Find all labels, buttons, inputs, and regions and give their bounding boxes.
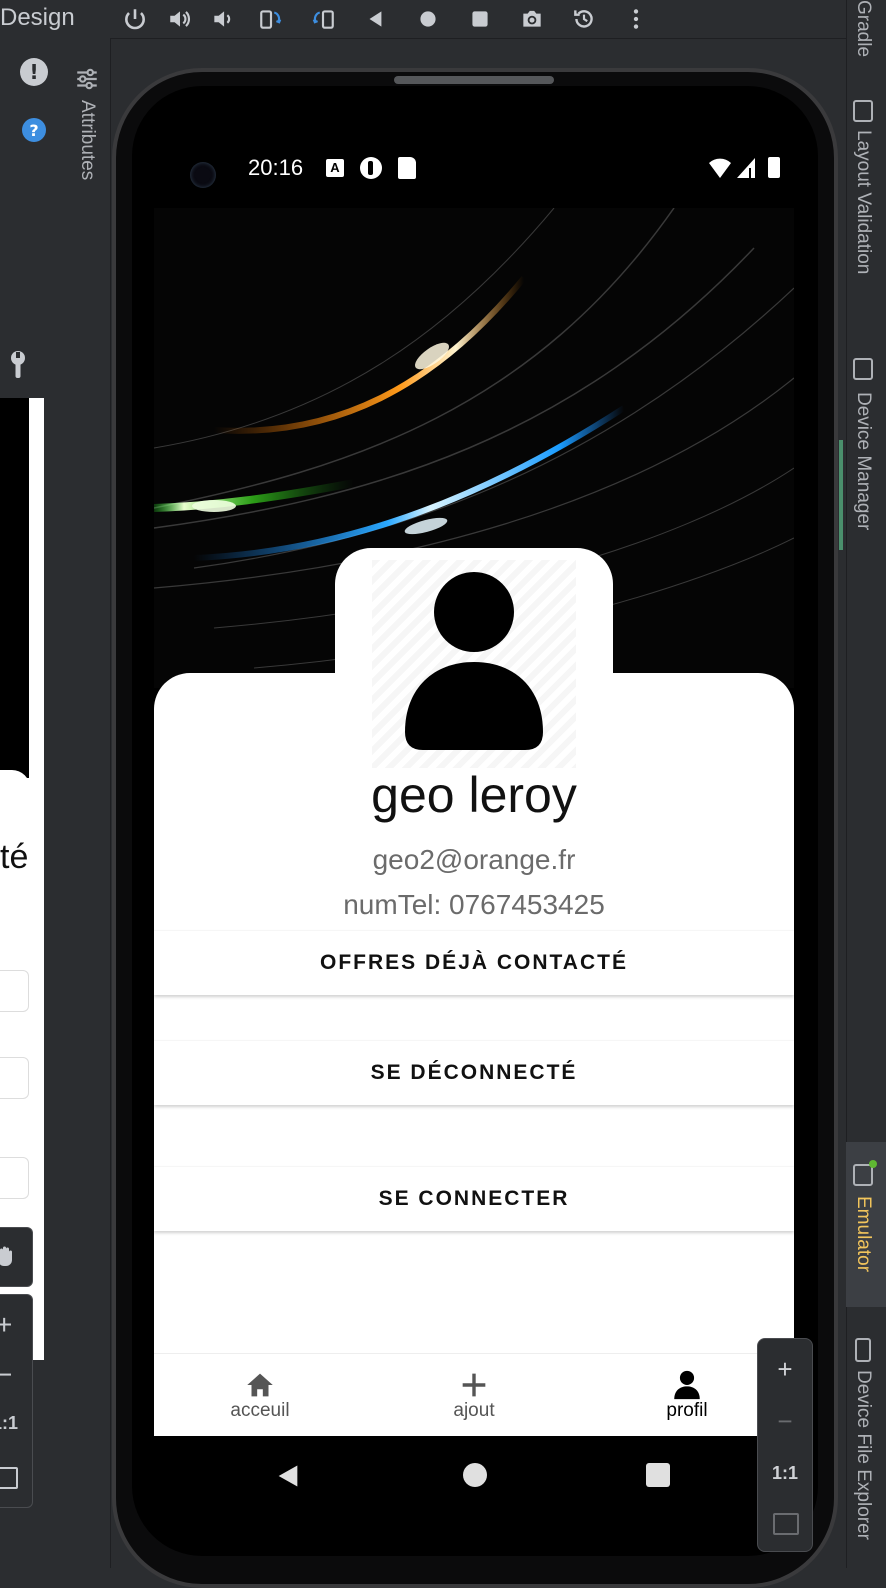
nav-label: acceuil bbox=[230, 1400, 290, 1421]
zoom-reset-icon[interactable]: 1:1 bbox=[0, 1413, 18, 1434]
zoom-in-icon[interactable]: + bbox=[758, 1343, 812, 1395]
more-icon[interactable] bbox=[621, 4, 651, 34]
avatar bbox=[372, 560, 576, 768]
snapshot-icon[interactable] bbox=[569, 4, 599, 34]
fit-screen-icon[interactable] bbox=[773, 1513, 799, 1535]
logout-button[interactable]: SE DÉCONNECTÉ bbox=[154, 1041, 794, 1105]
fit-screen-icon[interactable] bbox=[0, 1467, 18, 1489]
wrench-icon[interactable] bbox=[8, 350, 28, 380]
emulator-icon bbox=[853, 1160, 877, 1186]
contacted-offers-button[interactable]: OFFRES DÉJÀ CONTACTÉ bbox=[154, 931, 794, 995]
person-icon bbox=[405, 572, 543, 750]
profile-email: geo2@orange.fr bbox=[372, 844, 576, 875]
preview-field bbox=[0, 1157, 29, 1199]
home-icon[interactable] bbox=[413, 4, 443, 34]
tool-window-layout-validation[interactable]: Layout Validation bbox=[852, 130, 874, 274]
help-icon[interactable]: ? bbox=[22, 118, 46, 142]
overview-icon[interactable] bbox=[465, 4, 495, 34]
nav-label: ajout bbox=[453, 1400, 495, 1421]
tool-window-gradle[interactable]: Gradle bbox=[852, 0, 874, 57]
signal-icon bbox=[737, 158, 755, 178]
sd-card-icon bbox=[398, 157, 416, 179]
zoom-in-icon[interactable]: + bbox=[0, 1309, 12, 1341]
person-icon bbox=[674, 1370, 700, 1400]
emulator-zoom-controls: + − 1:1 bbox=[757, 1338, 813, 1552]
wifi-icon bbox=[709, 158, 731, 178]
status-time: 20:16 bbox=[248, 155, 304, 180]
speaker-grill bbox=[394, 76, 554, 84]
login-button[interactable]: SE CONNECTER bbox=[154, 1167, 794, 1231]
device-file-explorer-icon bbox=[855, 1338, 871, 1362]
attributes-tab[interactable]: Attributes bbox=[76, 100, 98, 180]
home-icon bbox=[247, 1373, 273, 1397]
notification-icon: A bbox=[326, 159, 344, 177]
power-icon[interactable] bbox=[120, 4, 150, 34]
layout-preview: té bbox=[0, 398, 44, 1360]
volume-down-icon[interactable] bbox=[208, 4, 238, 34]
warning-icon[interactable]: ! bbox=[20, 58, 48, 86]
preview-text: té bbox=[0, 838, 29, 876]
profile-name: geo leroy bbox=[371, 767, 577, 823]
tool-window-device-file-explorer[interactable]: Device File Explorer bbox=[852, 1370, 874, 1540]
zoom-out-icon[interactable]: − bbox=[758, 1395, 812, 1447]
camera-icon[interactable] bbox=[517, 4, 547, 34]
nav-label: profil bbox=[666, 1400, 708, 1421]
attributes-icon[interactable] bbox=[74, 66, 100, 92]
profile-phone: numTel: 0767453425 bbox=[343, 889, 605, 920]
tool-window-device-manager[interactable]: Device Manager bbox=[852, 392, 874, 530]
emulator-toolbar: Design bbox=[0, 0, 846, 39]
left-zoom-controls: + − 1:1 bbox=[0, 1294, 33, 1508]
device-manager-icon bbox=[853, 358, 873, 380]
zoom-out-icon[interactable]: − bbox=[0, 1359, 12, 1391]
volume-up-icon[interactable] bbox=[165, 4, 195, 34]
pan-tool[interactable] bbox=[0, 1227, 33, 1287]
tool-window-emulator[interactable]: Emulator bbox=[852, 1196, 874, 1272]
attributes-strip bbox=[66, 38, 111, 1568]
layout-validation-icon bbox=[853, 100, 873, 122]
preview-field bbox=[0, 1057, 29, 1099]
preview-image bbox=[0, 398, 29, 778]
nav-item-profil[interactable]: profil bbox=[607, 1354, 767, 1437]
back-icon[interactable] bbox=[361, 4, 391, 34]
design-tab[interactable]: Design bbox=[0, 4, 75, 32]
bottom-navigation: acceuil ajout profil bbox=[154, 1353, 794, 1437]
preview-field bbox=[0, 970, 29, 1012]
zoom-reset-icon[interactable]: 1:1 bbox=[758, 1447, 812, 1499]
plus-icon bbox=[462, 1373, 486, 1397]
nav-item-ajout[interactable]: ajout bbox=[394, 1354, 554, 1437]
system-overview-icon[interactable] bbox=[646, 1463, 670, 1487]
system-navigation-bar bbox=[154, 1436, 794, 1516]
app-notification-icon bbox=[360, 157, 382, 179]
status-bar: 20:16 A bbox=[154, 145, 794, 195]
battery-icon bbox=[768, 157, 780, 178]
system-home-icon[interactable] bbox=[463, 1463, 487, 1487]
rotate-right-icon[interactable] bbox=[308, 4, 338, 34]
rotate-left-icon[interactable] bbox=[256, 4, 286, 34]
nav-item-acceuil[interactable]: acceuil bbox=[180, 1354, 340, 1437]
system-back-icon[interactable] bbox=[274, 1462, 302, 1490]
